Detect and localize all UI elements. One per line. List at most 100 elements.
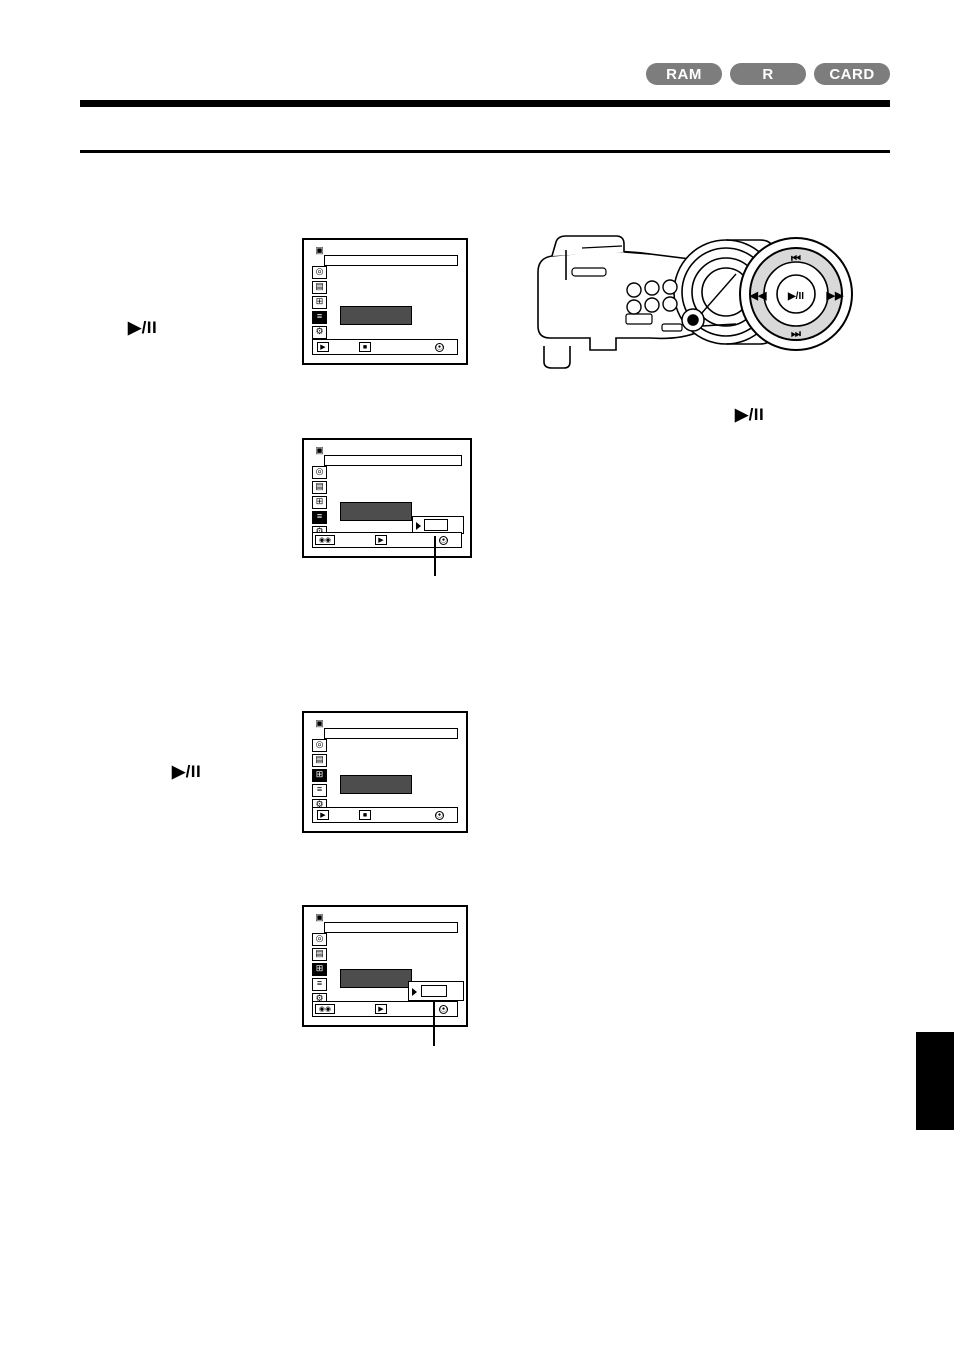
camera-mode-glyph: ▣	[315, 246, 324, 255]
svg-text:⏮: ⏮	[791, 253, 801, 265]
settings-glyph: ⚙	[315, 326, 324, 336]
svg-text:▶/II: ▶/II	[787, 291, 804, 302]
submenu-popup	[408, 981, 464, 1001]
lcd-bottom-bar: ▶ ■ ⦿	[312, 339, 458, 355]
submenu-option-row	[424, 519, 448, 531]
play-icon: ▶	[375, 1004, 387, 1014]
disc-glyph: ◎	[315, 466, 324, 476]
play-glyph: ▶	[378, 1006, 384, 1013]
svg-text:⏭: ⏭	[791, 328, 801, 340]
callout-leader-line-2	[433, 1002, 435, 1046]
svg-text:◀◀: ◀◀	[749, 290, 767, 302]
step-1-play-pause-label: ▶/II	[128, 318, 158, 337]
card-glyph: ▤	[315, 281, 324, 291]
lcd-title-bar	[324, 728, 458, 739]
grid-glyph: ⊞	[315, 769, 324, 779]
header-rule-thin	[80, 150, 890, 153]
lcd-title-bar	[324, 455, 462, 466]
disc-icon: ◎	[312, 739, 327, 752]
card-icon: ▤	[312, 481, 327, 494]
camera-mode-glyph: ▣	[315, 446, 324, 455]
play-glyph: ▶	[320, 812, 326, 819]
play-icon: ▶	[317, 810, 329, 820]
list-icon: ≡	[312, 511, 327, 524]
lcd-title-bar	[324, 255, 458, 266]
exit-icon: ⦿	[435, 343, 444, 352]
lcd-screen-1-content: ▣ ◎ ▤ ⊞ ≡ ⚙ ▶ ■ ⦿	[308, 244, 462, 359]
lcd-menu-screen-3: ▣ ◎ ▤ ⊞ ≡ ⚙ ▶ ■ ⦿	[302, 711, 468, 833]
dual-select-glyph: ◉◉	[318, 537, 332, 544]
exit-glyph: ⦿	[436, 344, 443, 351]
list-glyph: ≡	[316, 511, 323, 521]
page-thumb-index-tab	[916, 1032, 954, 1130]
lcd-screen-3-content: ▣ ◎ ▤ ⊞ ≡ ⚙ ▶ ■ ⦿	[308, 717, 462, 827]
lcd-screen-2-content: ▣ ◎ ▤ ⊞ ≡ ⚙ ◉◉ ▶ ⦿	[308, 444, 466, 552]
stop-glyph: ■	[362, 344, 368, 351]
camera-mode-glyph: ▣	[315, 913, 324, 922]
grid-icon: ⊞	[312, 769, 327, 782]
list-icon: ≡	[312, 978, 327, 991]
document-page: RAM R CARD ▶/II ▶/II ▶/II ▣ ◎ ▤ ⊞ ≡ ⚙ ▶ …	[0, 0, 954, 1352]
menu-highlighted-row	[340, 502, 412, 521]
list-icon: ≡	[312, 311, 327, 324]
play-icon: ▶	[375, 535, 387, 545]
list-glyph: ≡	[316, 311, 323, 321]
lcd-icon-column: ▣ ◎ ▤ ⊞ ≡ ⚙	[312, 446, 327, 541]
badge-card: CARD	[814, 63, 890, 85]
exit-glyph: ⦿	[440, 537, 447, 544]
exit-glyph: ⦿	[440, 1006, 447, 1013]
card-icon: ▤	[312, 948, 327, 961]
submenu-option-row	[421, 985, 447, 997]
callout-leader-line-1	[434, 536, 436, 576]
card-icon: ▤	[312, 754, 327, 767]
disc-icon: ◎	[312, 266, 327, 279]
lcd-icon-column: ▣ ◎ ▤ ⊞ ≡ ⚙	[312, 246, 327, 341]
play-glyph: ▶	[378, 537, 384, 544]
lcd-title-bar	[324, 922, 458, 933]
camcorder-illustration: ⏮ ⏭ ◀◀ ▶▶ ▶/II	[530, 228, 870, 373]
badge-r: R	[730, 63, 806, 85]
camera-mode-icon: ▣	[312, 446, 327, 460]
lcd-icon-column: ▣ ◎ ▤ ⊞ ≡ ⚙	[312, 913, 327, 1008]
camera-mode-icon: ▣	[312, 913, 327, 927]
svg-text:▶▶: ▶▶	[826, 290, 844, 302]
disc-icon: ◎	[312, 933, 327, 946]
disc-glyph: ◎	[315, 739, 324, 749]
lcd-menu-screen-2: ▣ ◎ ▤ ⊞ ≡ ⚙ ◉◉ ▶ ⦿	[302, 438, 472, 558]
submenu-caret-icon	[412, 988, 417, 996]
list-glyph: ≡	[316, 978, 323, 988]
card-glyph: ▤	[315, 481, 324, 491]
exit-icon: ⦿	[439, 1005, 448, 1014]
disc-glyph: ◎	[315, 266, 324, 276]
lcd-bottom-bar: ▶ ■ ⦿	[312, 807, 458, 823]
badge-ram: RAM	[646, 63, 722, 85]
dual-select-icon: ◉◉	[315, 535, 335, 545]
camera-mode-icon: ▣	[312, 719, 327, 733]
play-glyph: ▶	[320, 344, 326, 351]
grid-icon: ⊞	[312, 496, 327, 509]
lcd-screen-4-content: ▣ ◎ ▤ ⊞ ≡ ⚙ ◉◉ ▶ ⦿	[308, 911, 464, 1021]
card-glyph: ▤	[315, 754, 324, 764]
card-glyph: ▤	[315, 948, 324, 958]
grid-glyph: ⊞	[315, 963, 324, 973]
stop-icon: ■	[359, 342, 371, 352]
stop-icon: ■	[359, 810, 371, 820]
lcd-bottom-bar: ◉◉ ▶ ⦿	[312, 532, 462, 548]
list-glyph: ≡	[316, 784, 323, 794]
lcd-bottom-bar: ◉◉ ▶ ⦿	[312, 1001, 458, 1017]
grid-glyph: ⊞	[315, 296, 324, 306]
header-rule-thick	[80, 100, 890, 107]
play-icon: ▶	[317, 342, 329, 352]
disc-icon: ◎	[312, 466, 327, 479]
callout-play-pause-label: ▶/II	[735, 405, 765, 424]
navigation-control-pad: ⏮ ⏭ ◀◀ ▶▶ ▶/II	[739, 237, 853, 351]
exit-icon: ⦿	[435, 811, 444, 820]
submenu-caret-icon	[416, 522, 421, 530]
grid-icon: ⊞	[312, 296, 327, 309]
lcd-menu-screen-1: ▣ ◎ ▤ ⊞ ≡ ⚙ ▶ ■ ⦿	[302, 238, 468, 365]
camera-mode-glyph: ▣	[315, 719, 324, 728]
stop-glyph: ■	[362, 812, 368, 819]
menu-highlighted-row	[340, 969, 412, 988]
grid-icon: ⊞	[312, 963, 327, 976]
menu-highlighted-row	[340, 775, 412, 794]
